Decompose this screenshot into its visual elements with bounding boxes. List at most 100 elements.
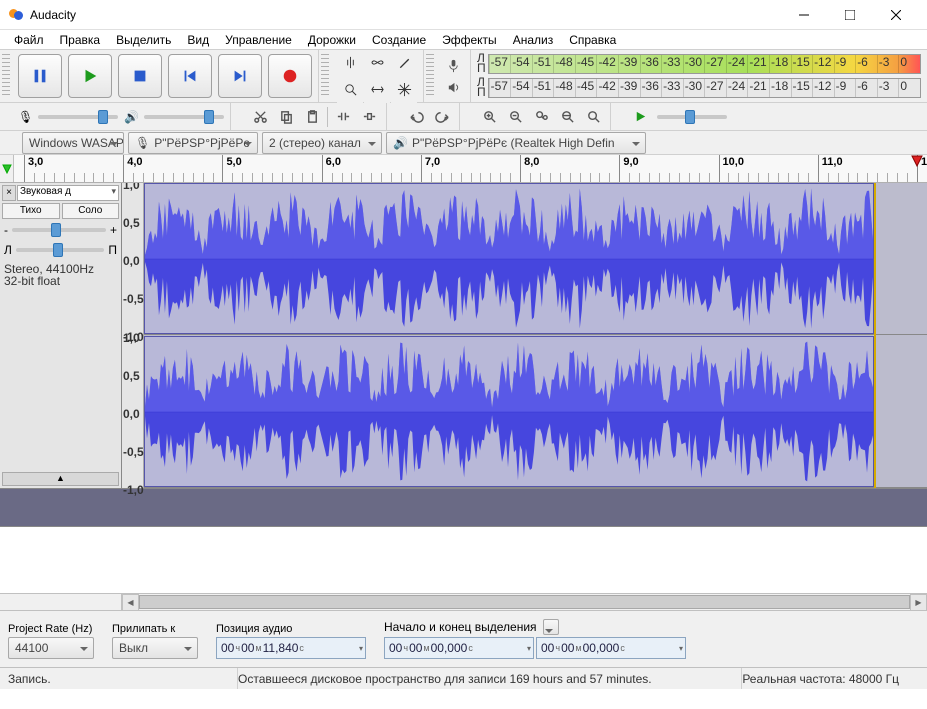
play-meter-track[interactable]: -57-54-51-48-45-42-39-36-33-30-27-24-21-… bbox=[488, 78, 921, 98]
tools-palette bbox=[331, 50, 424, 102]
speed-slider[interactable] bbox=[657, 115, 727, 119]
toolbar-grip[interactable] bbox=[426, 54, 434, 98]
selection-tool-icon[interactable] bbox=[337, 50, 363, 76]
track-name-dropdown[interactable]: Звуковая д bbox=[17, 185, 119, 201]
rec-meter-track[interactable]: -57-54-51-48-45-42-39-36-33-30-27-24-21-… bbox=[488, 54, 921, 74]
fit-selection-icon[interactable] bbox=[528, 105, 554, 129]
project-rate-group: Project Rate (Hz) 44100 bbox=[8, 623, 94, 659]
menu-view[interactable]: Вид bbox=[179, 31, 217, 49]
selection-mode-dropdown[interactable] bbox=[543, 619, 559, 635]
status-right: Реальная частота: 48000 Гц bbox=[742, 668, 919, 689]
channel-right[interactable] bbox=[144, 336, 927, 488]
audio-position-group: Позиция аудио 00ч 00м 11,840с ▾ bbox=[216, 623, 366, 659]
track-close-button[interactable]: × bbox=[2, 185, 16, 201]
audio-track: × Звуковая д Тихо Соло - + Л П Stereo, 4… bbox=[0, 183, 927, 489]
scroll-left-button[interactable]: ◀ bbox=[122, 594, 139, 611]
audio-position-display[interactable]: 00ч 00м 11,840с ▾ bbox=[216, 637, 366, 659]
toolbar-mid: 🎙 🔊 bbox=[0, 103, 927, 131]
audio-host-combo[interactable]: Windows WASAPI bbox=[22, 132, 124, 154]
timeline-ruler[interactable]: 3,04,05,06,07,08,09,010,011,012,0 bbox=[0, 155, 927, 183]
zoom-tool-icon[interactable] bbox=[337, 77, 363, 103]
rec-device-combo[interactable]: 🎙Р"РёРЅР°РјРёРє bbox=[128, 132, 258, 154]
play-speed-button[interactable] bbox=[629, 105, 651, 129]
mute-button[interactable]: Тихо bbox=[2, 203, 60, 219]
playback-meter[interactable]: ЛП -57-54-51-48-45-42-39-36-33-30-27-24-… bbox=[477, 76, 921, 100]
recording-meter[interactable]: ЛП -57-54-51-48-45-42-39-36-33-30-27-24-… bbox=[477, 52, 921, 76]
menubar: Файл Правка Выделить Вид Управление Доро… bbox=[0, 30, 927, 50]
record-button[interactable] bbox=[268, 54, 312, 98]
selection-end-display[interactable]: 00ч 00м 00,000с ▾ bbox=[536, 637, 686, 659]
speaker-icon: 🔊 bbox=[124, 110, 138, 124]
rec-volume-slider[interactable] bbox=[38, 115, 118, 119]
selection-label: Начало и конец выделения bbox=[384, 620, 537, 634]
menu-generate[interactable]: Создание bbox=[364, 31, 434, 49]
copy-icon[interactable] bbox=[273, 105, 299, 129]
speaker-icon[interactable] bbox=[440, 76, 466, 98]
silence-icon[interactable] bbox=[356, 105, 382, 129]
skip-end-button[interactable] bbox=[218, 54, 262, 98]
statusbar: Запись. Оставшееся дисковое пространство… bbox=[0, 667, 927, 689]
audio-position-label: Позиция аудио bbox=[216, 623, 366, 635]
menu-select[interactable]: Выделить bbox=[108, 31, 179, 49]
toolbar-grip[interactable] bbox=[2, 54, 10, 98]
play-button[interactable] bbox=[68, 54, 112, 98]
draw-tool-icon[interactable] bbox=[391, 50, 417, 76]
trim-icon[interactable] bbox=[330, 105, 356, 129]
mic-icon: 🎙 bbox=[18, 110, 32, 124]
skip-start-button[interactable] bbox=[168, 54, 212, 98]
menu-help[interactable]: Справка bbox=[561, 31, 624, 49]
quick-play-region-icon[interactable] bbox=[911, 155, 923, 167]
titlebar: Audacity bbox=[0, 0, 927, 30]
cut-icon[interactable] bbox=[247, 105, 273, 129]
menu-transport[interactable]: Управление bbox=[217, 31, 300, 49]
menu-effects[interactable]: Эффекты bbox=[434, 31, 505, 49]
close-button[interactable] bbox=[873, 0, 919, 30]
play-device-combo[interactable]: 🔊Р"РёРЅР°РјРёРє (Realtek High Defin bbox=[386, 132, 646, 154]
gain-minus-label: - bbox=[4, 223, 8, 237]
play-volume-slider[interactable] bbox=[144, 115, 224, 119]
undo-icon[interactable] bbox=[403, 105, 429, 129]
solo-button[interactable]: Соло bbox=[62, 203, 120, 219]
menu-analyze[interactable]: Анализ bbox=[505, 31, 562, 49]
gain-slider[interactable] bbox=[12, 228, 106, 232]
track-control-panel: × Звуковая д Тихо Соло - + Л П Stereo, 4… bbox=[0, 183, 122, 488]
toolbar-grip[interactable] bbox=[321, 54, 329, 98]
track-collapse-button[interactable]: ▲ bbox=[2, 472, 119, 486]
project-rate-combo[interactable]: 44100 bbox=[8, 637, 94, 659]
zoom-in-icon[interactable] bbox=[476, 105, 502, 129]
zoom-toggle-icon[interactable] bbox=[580, 105, 606, 129]
pan-slider-row: Л П bbox=[2, 241, 119, 259]
pin-indicator[interactable] bbox=[0, 155, 14, 182]
pause-button[interactable] bbox=[18, 54, 62, 98]
audio-clip[interactable] bbox=[144, 183, 874, 334]
selection-start-display[interactable]: 00ч 00м 00,000с ▾ bbox=[384, 637, 534, 659]
snap-combo[interactable]: Выкл bbox=[112, 637, 198, 659]
fit-project-icon[interactable] bbox=[554, 105, 580, 129]
pan-slider[interactable] bbox=[16, 248, 105, 252]
timeshift-tool-icon[interactable] bbox=[364, 77, 390, 103]
channel-left[interactable] bbox=[144, 183, 927, 335]
app-icon bbox=[8, 7, 24, 23]
pan-right-label: П bbox=[108, 243, 117, 257]
menu-file[interactable]: Файл bbox=[6, 31, 52, 49]
zoom-out-icon[interactable] bbox=[502, 105, 528, 129]
envelope-tool-icon[interactable] bbox=[364, 50, 390, 76]
toolbar-top: ЛП -57-54-51-48-45-42-39-36-33-30-27-24-… bbox=[0, 50, 927, 103]
mic-icon[interactable] bbox=[440, 54, 466, 76]
multi-tool-icon[interactable] bbox=[391, 77, 417, 103]
redo-icon[interactable] bbox=[429, 105, 455, 129]
snap-label: Прилипать к bbox=[112, 623, 198, 635]
rec-channels-combo[interactable]: 2 (стерео) канал bbox=[262, 132, 382, 154]
stop-button[interactable] bbox=[118, 54, 162, 98]
menu-tracks[interactable]: Дорожки bbox=[300, 31, 364, 49]
transport-controls bbox=[12, 50, 319, 102]
horizontal-scrollbar[interactable]: ◀ ▶ bbox=[0, 593, 927, 610]
scroll-right-button[interactable]: ▶ bbox=[910, 594, 927, 611]
menu-edit[interactable]: Правка bbox=[52, 31, 109, 49]
snap-group: Прилипать к Выкл bbox=[112, 623, 198, 659]
minimize-button[interactable] bbox=[781, 0, 827, 30]
audio-clip[interactable] bbox=[144, 336, 874, 487]
maximize-button[interactable] bbox=[827, 0, 873, 30]
waveform-area[interactable]: 1,00,50,0-0,5-1,01,00,50,0-0,5-1,0 bbox=[122, 183, 927, 488]
paste-icon[interactable] bbox=[299, 105, 325, 129]
